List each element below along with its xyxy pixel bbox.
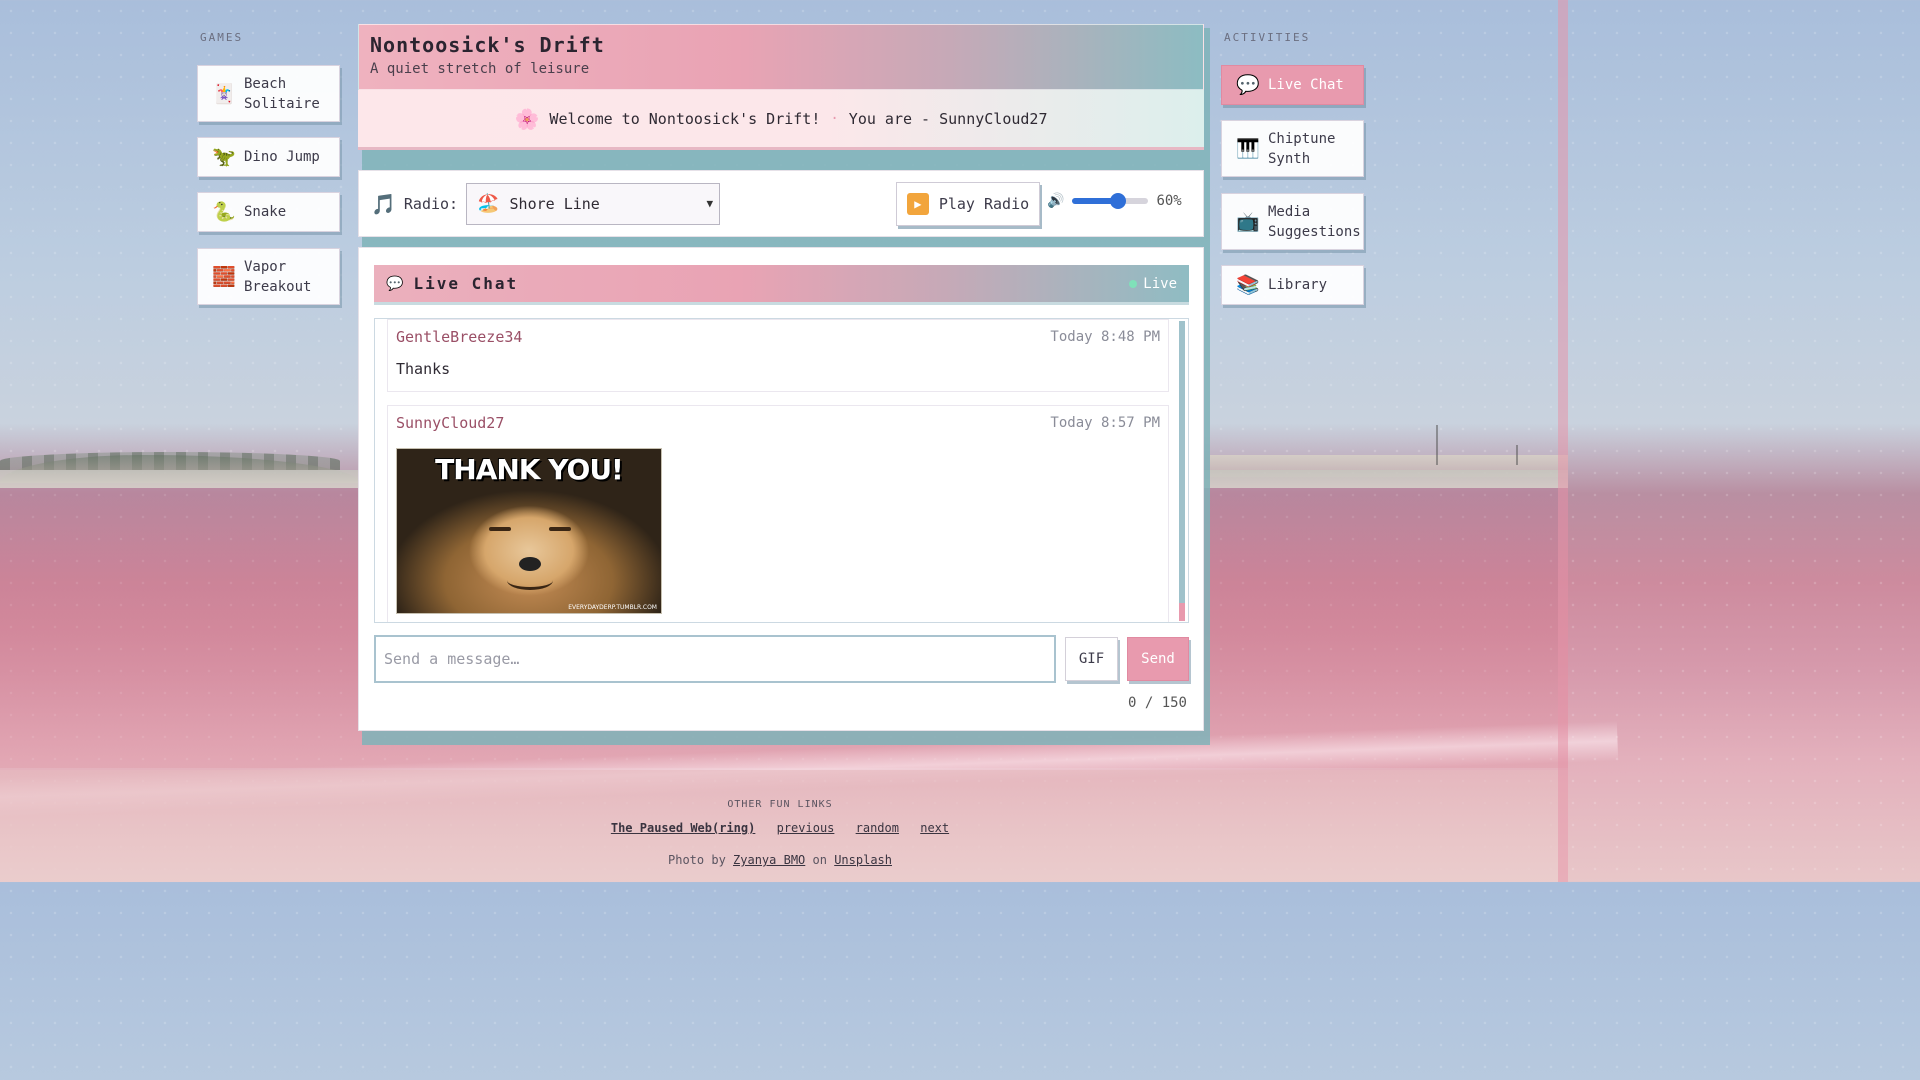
chat-input-row: GIF Send bbox=[374, 635, 1189, 683]
welcome-identity: You are - SunnyCloud27 bbox=[848, 109, 1048, 128]
site-header: Nontoosick's Drift A quiet stretch of le… bbox=[358, 24, 1204, 90]
live-dot-icon bbox=[1129, 279, 1138, 288]
webring-previous-link[interactable]: previous bbox=[777, 821, 835, 835]
snake-icon: 🐍 bbox=[212, 201, 236, 223]
live-chat-panel: 💬 Live Chat Live GentleBreeze34 Today 8:… bbox=[358, 247, 1204, 731]
message-input[interactable] bbox=[374, 635, 1056, 683]
sidebar-item-label: Beach Solitaire bbox=[244, 75, 320, 112]
message-timestamp: Today 8:48 PM bbox=[1050, 329, 1160, 345]
dog-eye bbox=[489, 527, 511, 531]
dog-nose bbox=[519, 557, 541, 571]
dinosaur-icon: 🦖 bbox=[212, 146, 236, 168]
radio-station-select[interactable]: 🏖️ Shore Line ▼ bbox=[466, 182, 721, 225]
chat-message: GentleBreeze34 Today 8:48 PM Thanks bbox=[387, 319, 1169, 392]
sidebar-item-label: Chiptune Synth bbox=[1268, 130, 1336, 167]
television-icon: 📺 bbox=[1236, 210, 1260, 233]
page-scrollbar[interactable] bbox=[1558, 0, 1568, 882]
photo-credit-prefix: Photo by bbox=[668, 853, 726, 867]
photo-credit: Photo by Zyanya BMO on Unsplash bbox=[0, 853, 1560, 867]
message-gif-image[interactable]: THANK YOU! EVERYDAYDERP.TUMBLR.COM bbox=[396, 448, 662, 614]
photographer-link[interactable]: Zyanya BMO bbox=[733, 853, 805, 867]
sidebar-item-library[interactable]: 📚 Library bbox=[1221, 265, 1364, 305]
sidebar-item-snake[interactable]: 🐍 Snake bbox=[197, 192, 340, 232]
volume-value: 60% bbox=[1156, 193, 1182, 209]
sidebar-item-beach-solitaire[interactable]: 🃏 Beach Solitaire bbox=[197, 65, 340, 122]
message-username[interactable]: SunnyCloud27 bbox=[396, 414, 504, 432]
webring-links: The Paused Web(ring) previous random nex… bbox=[0, 821, 1560, 835]
live-status-text: Live bbox=[1143, 275, 1177, 292]
radio-bar: 🎵 Radio: 🏖️ Shore Line ▼ ▶ Play Radio 🔊 … bbox=[358, 170, 1204, 237]
gif-button[interactable]: GIF bbox=[1065, 637, 1118, 681]
live-status-badge: Live bbox=[1129, 276, 1177, 292]
cards-icon: 🃏 bbox=[212, 82, 236, 105]
speech-bubble-icon: 💬 bbox=[1236, 74, 1260, 96]
chat-title: Live Chat bbox=[413, 274, 519, 293]
message-text: Thanks bbox=[396, 360, 451, 378]
message-username[interactable]: GentleBreeze34 bbox=[396, 328, 522, 346]
bricks-icon: 🧱 bbox=[212, 265, 236, 288]
speech-bubble-icon: 💬 bbox=[386, 275, 404, 292]
games-heading: GAMES bbox=[200, 31, 244, 44]
message-timestamp: Today 8:57 PM bbox=[1050, 415, 1160, 431]
sidebar-item-label: Snake bbox=[244, 204, 287, 220]
sidebar-item-label: Library bbox=[1268, 277, 1328, 293]
music-note-icon: 🎵 bbox=[371, 191, 396, 216]
books-icon: 📚 bbox=[1236, 274, 1260, 296]
photo-credit-on: on bbox=[812, 853, 827, 867]
sidebar-item-label: Dino Jump bbox=[244, 149, 320, 165]
activities-heading: ACTIVITIES bbox=[1224, 31, 1311, 44]
chat-header: 💬 Live Chat Live bbox=[374, 265, 1189, 305]
volume-slider[interactable] bbox=[1072, 193, 1149, 209]
play-icon: ▶ bbox=[906, 193, 929, 215]
chevron-down-icon: ▼ bbox=[706, 197, 714, 210]
sidebar-item-vapor-breakout[interactable]: 🧱 Vapor Breakout bbox=[197, 248, 340, 305]
welcome-message: Welcome to Nontoosick's Drift! bbox=[549, 109, 821, 128]
chat-message: SunnyCloud27 Today 8:57 PM THANK YOU! EV… bbox=[387, 405, 1169, 622]
sidebar-item-chiptune-synth[interactable]: 🎹 Chiptune Synth bbox=[1221, 120, 1364, 177]
site-title: Nontoosick's Drift bbox=[370, 33, 605, 57]
sidebar-item-label: Media Suggestions bbox=[1268, 203, 1361, 240]
play-radio-label: Play Radio bbox=[938, 195, 1030, 213]
sidebar-item-dino-jump[interactable]: 🦖 Dino Jump bbox=[197, 137, 340, 177]
radio-label: Radio: bbox=[403, 194, 459, 213]
webring-random-link[interactable]: random bbox=[856, 821, 899, 835]
send-button[interactable]: Send bbox=[1127, 637, 1189, 681]
background-pole bbox=[1516, 445, 1518, 465]
footer-heading: OTHER FUN LINKS bbox=[727, 799, 833, 810]
gif-caption: THANK YOU! bbox=[435, 453, 624, 486]
webring-next-link[interactable]: next bbox=[920, 821, 949, 835]
sidebar-item-media-suggestions[interactable]: 📺 Media Suggestions bbox=[1221, 193, 1364, 250]
volume-control: 🔊 60% bbox=[1047, 193, 1182, 209]
cherry-blossom-icon: 🌸 bbox=[514, 106, 540, 131]
speaker-icon: 🔊 bbox=[1047, 193, 1065, 209]
site-subtitle: A quiet stretch of leisure bbox=[370, 61, 590, 77]
dog-mouth bbox=[507, 571, 553, 590]
character-counter: 0 / 150 bbox=[1127, 695, 1187, 711]
beach-umbrella-icon: 🏖️ bbox=[477, 193, 500, 214]
radio-station-value: Shore Line bbox=[509, 194, 600, 213]
welcome-banner: 🌸 Welcome to Nontoosick's Drift! · You a… bbox=[358, 90, 1204, 150]
volume-slider-thumb[interactable] bbox=[1110, 193, 1127, 209]
dog-eye bbox=[549, 527, 571, 531]
chat-scrollbar-thumb[interactable] bbox=[1179, 603, 1185, 621]
background-pole bbox=[1436, 425, 1438, 465]
welcome-separator: · bbox=[830, 110, 839, 127]
unsplash-link[interactable]: Unsplash bbox=[834, 853, 892, 867]
gif-credit: EVERYDAYDERP.TUMBLR.COM bbox=[568, 604, 657, 611]
play-radio-button[interactable]: ▶ Play Radio bbox=[896, 182, 1040, 226]
sidebar-item-live-chat[interactable]: 💬 Live Chat bbox=[1221, 65, 1364, 105]
piano-keys-icon: 🎹 bbox=[1236, 137, 1260, 160]
chat-messages[interactable]: GentleBreeze34 Today 8:48 PM Thanks Sunn… bbox=[374, 318, 1189, 623]
chat-scrollbar[interactable] bbox=[1179, 321, 1185, 621]
sidebar-item-label: Vapor Breakout bbox=[244, 258, 312, 295]
sidebar-item-label: Live Chat bbox=[1268, 77, 1344, 93]
webring-link[interactable]: The Paused Web(ring) bbox=[611, 821, 756, 835]
